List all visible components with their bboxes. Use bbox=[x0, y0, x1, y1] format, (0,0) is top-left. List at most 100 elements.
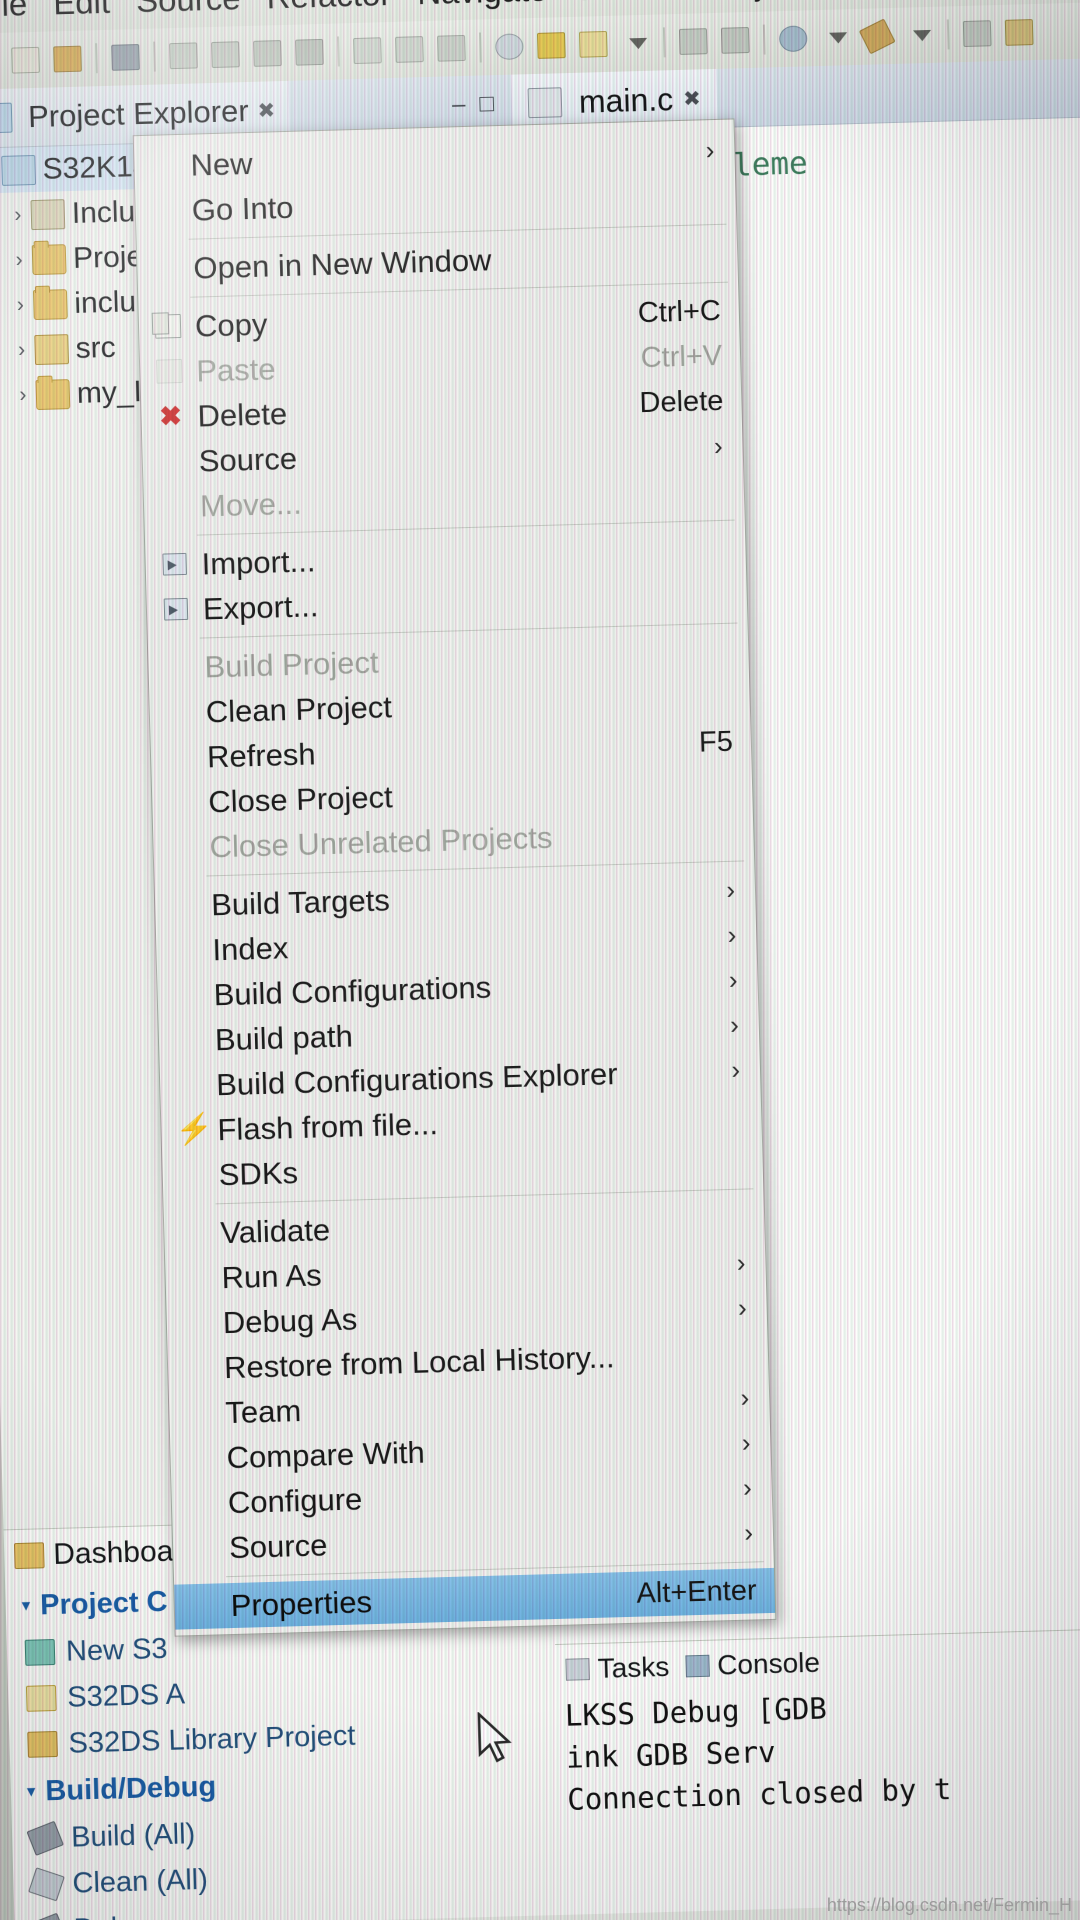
dashboard-item-label: Build (All) bbox=[70, 1817, 196, 1854]
toolbar-separator bbox=[762, 24, 766, 55]
toolbar-icon-new[interactable] bbox=[0, 44, 2, 79]
toolbar-icon-extra[interactable] bbox=[959, 16, 996, 51]
menu-item-label: Refresh bbox=[206, 735, 317, 774]
folder-icon bbox=[35, 378, 71, 410]
menubar-item-refactor[interactable]: Refactor bbox=[253, 0, 405, 17]
menu-item-label: Properties bbox=[230, 1583, 373, 1623]
chevron-right-icon[interactable]: › bbox=[6, 248, 33, 273]
tab-console[interactable]: Console bbox=[684, 1646, 821, 1683]
menu-item-label: Build Configurations bbox=[213, 969, 492, 1012]
menu-item-label: Close Project bbox=[207, 778, 394, 819]
library-project-icon bbox=[27, 1730, 58, 1758]
toolbar-icon-navigate[interactable] bbox=[291, 35, 328, 70]
project-icon bbox=[1, 154, 37, 186]
toolbar-icon-new-wizard[interactable] bbox=[7, 43, 44, 78]
menubar-item-navigate[interactable]: Navigate bbox=[404, 0, 561, 13]
menubar-item-run[interactable]: Run bbox=[819, 0, 907, 1]
menubar-item-project[interactable]: Project bbox=[690, 0, 820, 5]
toolbar-icon-flash[interactable] bbox=[533, 28, 570, 63]
toolbar-icon-perspective[interactable] bbox=[575, 27, 612, 62]
toolbar-separator bbox=[662, 27, 666, 58]
toolbar-debug-dropdown-icon[interactable] bbox=[817, 20, 854, 55]
project-context-menu[interactable]: New › Go Into Open in New Window Copy Ctrl+C P… bbox=[132, 118, 777, 1637]
menubar-item-search[interactable]: Search bbox=[560, 0, 692, 8]
submenu-arrow-icon: › bbox=[736, 1247, 746, 1278]
chevron-down-icon[interactable]: ▾ bbox=[21, 1596, 30, 1616]
dashboard-section-label: Project C bbox=[39, 1585, 168, 1621]
toolbar-separator bbox=[478, 32, 482, 63]
chevron-right-icon[interactable]: › bbox=[5, 203, 32, 228]
toolbar-icon-tools[interactable] bbox=[858, 18, 896, 55]
menu-item-label: Build Project bbox=[204, 644, 379, 684]
dashboard-item-label: Debug bbox=[73, 1911, 159, 1920]
menu-item-label: Close Unrelated Projects bbox=[209, 819, 553, 864]
toolbar-icon-save[interactable] bbox=[49, 42, 86, 77]
minimize-icon[interactable]: – bbox=[452, 91, 466, 119]
menu-item-label: Paste bbox=[195, 350, 277, 389]
toolbar-icon-view[interactable] bbox=[675, 24, 712, 59]
toolbar-icon-grid[interactable] bbox=[717, 23, 754, 58]
menubar-item-file[interactable]: File bbox=[0, 0, 41, 25]
menu-item-label: Run As bbox=[221, 1256, 323, 1295]
dashboard-item-label: S32DS Library Project bbox=[68, 1719, 356, 1760]
dashboard-icon bbox=[13, 1542, 45, 1570]
menu-item-label: Source bbox=[228, 1526, 328, 1565]
menu-item-label: Build path bbox=[214, 1017, 354, 1057]
submenu-arrow-icon: › bbox=[741, 1427, 751, 1458]
paste-icon bbox=[154, 357, 185, 386]
source-folder-icon bbox=[34, 333, 70, 365]
toolbar-separator bbox=[337, 36, 340, 67]
menu-item-label: Team bbox=[224, 1392, 302, 1430]
menu-item-label: Copy bbox=[194, 306, 268, 344]
chevron-right-icon[interactable]: › bbox=[10, 383, 37, 408]
delete-icon: ✖ bbox=[158, 400, 183, 432]
chevron-right-icon[interactable]: › bbox=[7, 293, 34, 318]
tab-console-label: Console bbox=[716, 1646, 821, 1681]
menubar-item-source[interactable]: Source bbox=[122, 0, 254, 20]
submenu-arrow-icon: › bbox=[742, 1472, 753, 1503]
toolbar-icon-photo[interactable] bbox=[1001, 15, 1038, 50]
c-file-icon bbox=[527, 87, 563, 119]
close-icon[interactable]: ✖ bbox=[683, 86, 701, 111]
menu-item-label: Build Targets bbox=[210, 881, 391, 922]
toolbar-dropdown-icon[interactable] bbox=[617, 26, 654, 61]
toolbar-icon-stop[interactable] bbox=[207, 37, 244, 72]
menubar-item-edit[interactable]: Edit bbox=[40, 0, 124, 23]
menu-item-label: Import... bbox=[201, 542, 316, 581]
new-project-icon bbox=[24, 1639, 56, 1666]
mouse-cursor bbox=[477, 1711, 512, 1763]
toolbar-icon-align[interactable] bbox=[349, 33, 386, 68]
tree-item-label: src bbox=[75, 330, 117, 365]
import-icon bbox=[159, 550, 190, 579]
maximize-icon[interactable]: □ bbox=[479, 90, 494, 118]
close-icon[interactable]: ✖ bbox=[257, 98, 275, 123]
toolbar-icon-outline[interactable] bbox=[433, 31, 470, 66]
submenu-arrow-icon: › bbox=[728, 964, 738, 995]
console-icon bbox=[684, 1654, 710, 1678]
menu-item-label: New bbox=[190, 145, 254, 183]
hammer-icon bbox=[26, 1820, 64, 1856]
toolbar-icon-search[interactable] bbox=[491, 29, 528, 64]
toolbar-icon-run[interactable] bbox=[165, 38, 202, 73]
menu-item-shortcut: Ctrl+C bbox=[637, 294, 722, 330]
menu-item-label: Configure bbox=[227, 1480, 363, 1520]
menu-item-label: Flash from file... bbox=[216, 1105, 439, 1147]
menu-item-shortcut: Delete bbox=[639, 384, 724, 420]
dashboard-item-label: Clean (All) bbox=[72, 1863, 209, 1900]
chevron-down-icon[interactable]: ▾ bbox=[27, 1782, 36, 1802]
submenu-arrow-icon: › bbox=[705, 135, 715, 166]
tasks-icon bbox=[565, 1658, 590, 1681]
chevron-right-icon[interactable]: › bbox=[8, 338, 35, 363]
toolbar-icon-debug[interactable] bbox=[775, 21, 812, 56]
menu-item-label: Move... bbox=[199, 485, 303, 523]
bug-icon bbox=[29, 1912, 67, 1920]
toolbar-tools-dropdown-icon[interactable] bbox=[901, 18, 938, 53]
tab-tasks[interactable]: Tasks bbox=[565, 1651, 670, 1686]
toolbar-icon-build[interactable] bbox=[107, 40, 144, 75]
submenu-arrow-icon: › bbox=[740, 1382, 750, 1413]
toolbar-icon-terminate[interactable] bbox=[249, 36, 286, 71]
toolbar-icon-format[interactable] bbox=[391, 32, 428, 67]
project-explorer-icon bbox=[0, 102, 13, 134]
menu-item-shortcut: F5 bbox=[698, 725, 734, 759]
toolbar-separator bbox=[95, 43, 98, 74]
